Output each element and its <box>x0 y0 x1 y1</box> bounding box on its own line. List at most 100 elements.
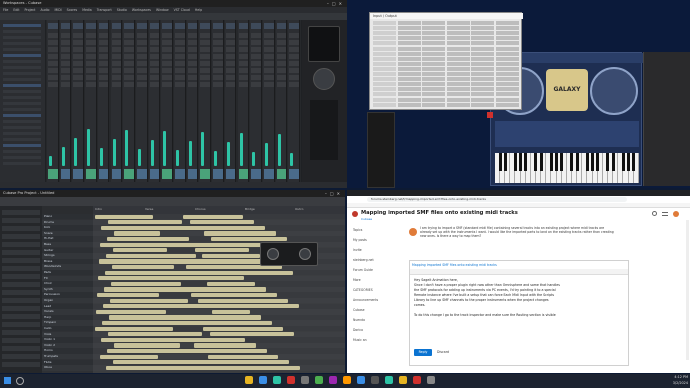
io-cell[interactable] <box>446 72 470 76</box>
zone-row[interactable] <box>3 42 41 45</box>
io-cell[interactable] <box>471 61 494 66</box>
io-cell[interactable] <box>397 61 421 66</box>
track-header[interactable]: Flute <box>42 359 93 365</box>
io-cell[interactable] <box>397 92 421 97</box>
track-header[interactable]: Choir <box>42 281 93 287</box>
insert-slot[interactable] <box>48 33 58 38</box>
midi-part[interactable] <box>114 231 160 236</box>
insert-slot[interactable] <box>263 40 274 45</box>
ruler-marker[interactable]: Verse <box>145 207 153 211</box>
channel-name-strip[interactable] <box>200 169 211 179</box>
insert-slot[interactable] <box>187 33 198 38</box>
io-cell[interactable] <box>446 46 470 51</box>
black-key[interactable] <box>524 153 528 171</box>
insert-slot[interactable] <box>136 61 147 66</box>
inspector-row[interactable] <box>2 354 40 359</box>
track-header[interactable]: Piano <box>42 214 93 220</box>
io-cell[interactable] <box>373 41 396 46</box>
io-cell[interactable] <box>422 66 445 71</box>
io-cell[interactable] <box>446 92 470 97</box>
io-cell[interactable] <box>446 36 470 41</box>
reply-button[interactable]: Reply <box>414 349 432 356</box>
zone-row[interactable] <box>3 54 41 57</box>
io-cell[interactable] <box>397 41 421 46</box>
zone-row[interactable] <box>3 162 41 165</box>
io-cell[interactable] <box>422 31 445 36</box>
zone-row[interactable] <box>3 36 41 39</box>
insert-slot[interactable] <box>162 75 172 80</box>
insert-slot[interactable] <box>162 47 172 52</box>
insert-slot[interactable] <box>276 33 287 38</box>
menu-item[interactable]: Project <box>25 8 36 12</box>
inspector-row[interactable] <box>2 234 40 239</box>
insert-slot[interactable] <box>238 33 249 38</box>
io-cell[interactable] <box>471 97 494 102</box>
bookmarks-bar[interactable] <box>347 203 690 208</box>
inspector-row[interactable] <box>2 258 40 263</box>
steinberg-logo-icon[interactable] <box>352 211 358 217</box>
io-cell[interactable] <box>373 72 396 76</box>
zone-row[interactable] <box>3 150 41 153</box>
insert-slot[interactable] <box>86 54 96 59</box>
insert-slot[interactable] <box>60 68 71 73</box>
insert-slot[interactable] <box>225 33 236 38</box>
io-cell[interactable] <box>422 21 445 25</box>
channel-name-strip[interactable] <box>238 169 249 179</box>
inspector-row[interactable] <box>2 338 40 343</box>
io-cell[interactable] <box>397 82 421 87</box>
midi-part[interactable] <box>112 264 174 270</box>
arrange-area[interactable] <box>93 214 345 373</box>
midi-part[interactable] <box>96 309 166 315</box>
insert-slot[interactable] <box>98 68 109 73</box>
io-cell[interactable] <box>495 41 519 46</box>
mixer-channel[interactable] <box>224 20 237 182</box>
browser-tab-bar[interactable] <box>347 190 690 196</box>
midi-part[interactable] <box>189 315 261 320</box>
insert-slot[interactable] <box>98 54 109 59</box>
io-cell[interactable] <box>373 31 396 36</box>
inspector-row[interactable] <box>2 250 40 255</box>
piano-keyboard[interactable] <box>495 153 639 183</box>
insert-slot[interactable] <box>289 61 299 66</box>
insert-slot[interactable] <box>111 33 122 38</box>
insert-slot[interactable] <box>276 68 287 73</box>
insert-slot[interactable] <box>263 47 274 52</box>
mixer-channel[interactable] <box>199 20 212 182</box>
midi-part[interactable] <box>207 281 255 287</box>
mixer-channel[interactable] <box>262 20 275 182</box>
zone-row[interactable] <box>3 84 41 87</box>
zone-row[interactable] <box>3 24 41 27</box>
volume-knob[interactable] <box>313 68 335 90</box>
midi-part[interactable] <box>103 304 217 309</box>
zone-row[interactable] <box>3 30 41 33</box>
track-header[interactable]: Woodwinds <box>42 264 93 270</box>
insert-slot[interactable] <box>60 33 71 38</box>
track-header[interactable]: Pads <box>42 270 93 276</box>
zone-row[interactable] <box>3 96 41 99</box>
midi-part[interactable] <box>108 332 202 337</box>
reply-composer[interactable]: Mapping imported SMF files onto existing… <box>409 260 629 366</box>
start-icon[interactable] <box>4 377 11 384</box>
insert-slot[interactable] <box>200 33 211 38</box>
inspector-row[interactable] <box>2 266 40 271</box>
io-cell[interactable] <box>373 36 396 41</box>
taskbar-app-icon[interactable] <box>315 376 323 384</box>
io-cell[interactable] <box>446 51 470 56</box>
sidebar-link[interactable]: Announcements <box>353 296 403 304</box>
io-cell[interactable] <box>471 36 494 41</box>
sidebar-link[interactable]: More <box>353 276 403 284</box>
taskbar-app-icon[interactable] <box>371 376 379 384</box>
io-cell[interactable] <box>397 66 421 71</box>
insert-slot[interactable] <box>86 33 96 38</box>
midi-part[interactable] <box>95 326 173 331</box>
insert-slot[interactable] <box>60 47 71 52</box>
channel-name-strip[interactable] <box>149 169 160 179</box>
insert-slot[interactable] <box>213 54 223 59</box>
insert-slot[interactable] <box>289 40 299 45</box>
midi-part[interactable] <box>113 248 167 253</box>
topic-category[interactable]: Cubase <box>361 217 421 221</box>
midi-part[interactable] <box>183 214 243 219</box>
sidebar-link[interactable]: Forum Guide <box>353 266 403 274</box>
zone-row[interactable] <box>3 114 41 117</box>
midi-part[interactable] <box>197 225 265 231</box>
